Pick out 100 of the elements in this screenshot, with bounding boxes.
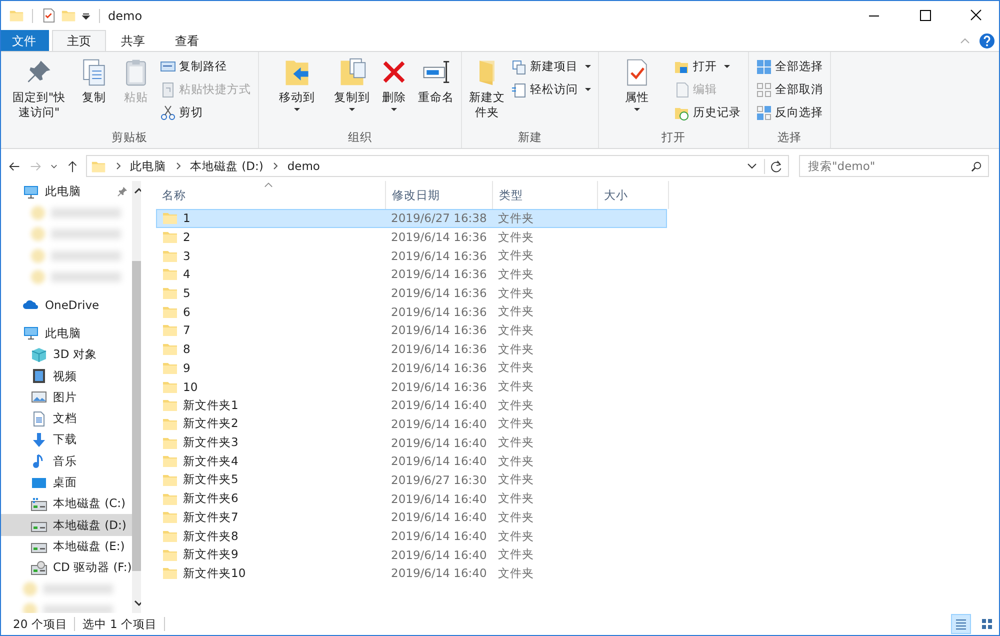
date-cell-text: 2019/6/14 16:36 — [390, 304, 488, 320]
chevron-icon[interactable] — [114, 161, 122, 171]
document-icon — [511, 82, 527, 98]
select-all-icon — [756, 58, 772, 74]
breadcrumb[interactable]: 此电脑 — [130, 158, 166, 174]
ribbon-button[interactable]: 复制路径 — [157, 57, 254, 76]
group-label: 打开 — [660, 130, 686, 146]
file-row[interactable]: 新文件夹4 2019/6/14 16:40 文件夹 — [156, 452, 667, 471]
ribbon-button[interactable]: 新建文件夹 — [466, 55, 508, 122]
file-row[interactable]: 新文件夹7 2019/6/14 16:40 文件夹 — [156, 508, 667, 527]
nav-item[interactable]: 桌面 — [1, 472, 132, 494]
address-bar[interactable]: 此电脑 本地磁盘 (D:) demo — [86, 155, 789, 177]
ribbon-button[interactable]: 历史记录 — [671, 103, 744, 122]
nav-item[interactable]: 本地磁盘 (E:) — [1, 536, 132, 558]
folder-icon — [162, 266, 178, 282]
ribbon-button[interactable]: 移动到 — [263, 55, 331, 113]
group-label: 选择 — [776, 130, 802, 146]
computer-icon — [23, 184, 39, 200]
nav-item[interactable]: 此电脑 — [1, 322, 132, 344]
file-row[interactable]: 1 2019/6/27 16:38 文件夹 — [156, 209, 667, 228]
file-name: 6 — [183, 304, 190, 319]
file-row[interactable]: 3 2019/6/14 16:36 文件夹 — [156, 246, 667, 266]
date-cell-text: 2019/6/27 16:30 — [390, 472, 488, 488]
search-field[interactable]: 搜索"demo" — [799, 155, 989, 177]
file-row[interactable]: 4 2019/6/14 16:36 文件夹 — [156, 265, 667, 284]
date-cell-text: 2019/6/14 16:40 — [390, 416, 488, 432]
chevron-icon[interactable] — [174, 161, 182, 171]
ribbon-button[interactable]: 属性 — [603, 55, 671, 113]
help-icon[interactable] — [979, 32, 995, 48]
file-name: 新文件夹10 — [183, 566, 246, 581]
date-cell-text: 2019/6/14 16:40 — [390, 509, 488, 526]
nav-item[interactable]: 3D 对象 — [1, 344, 132, 366]
ribbon-button[interactable]: 重命名 — [415, 55, 457, 107]
pin-icon[interactable] — [116, 186, 128, 197]
file-row[interactable]: 新文件夹1 2019/6/14 16:40 文件夹 — [156, 396, 667, 415]
ribbon-button[interactable]: 复制 — [73, 55, 115, 107]
breadcrumb[interactable]: 本地磁盘 (D:) — [190, 158, 264, 174]
type-cell-text: 文件夹 — [497, 565, 535, 582]
type-cell-text: 文件夹 — [497, 266, 535, 283]
file-row[interactable]: 6 2019/6/14 16:36 文件夹 — [156, 302, 667, 322]
ribbon-button[interactable]: 删除 — [373, 55, 415, 113]
customize-dropdown-icon[interactable] — [81, 10, 91, 20]
file-row[interactable]: 8 2019/6/14 16:36 文件夹 — [156, 340, 667, 358]
nav-item[interactable]: 本地磁盘 (D:) — [1, 514, 132, 536]
date-cell-text: 2019/6/14 16:40 — [390, 434, 488, 451]
nav-item[interactable]: 图片 — [1, 386, 132, 408]
file-name: 新文件夹2 — [183, 416, 238, 432]
file-name: 新文件夹1 — [183, 398, 238, 413]
properties-icon[interactable] — [41, 8, 56, 23]
file-row[interactable]: 新文件夹10 2019/6/14 16:40 文件夹 — [156, 564, 667, 583]
file-row[interactable]: 新文件夹8 2019/6/14 16:40 文件夹 — [156, 526, 667, 546]
date-cell-text: 2019/6/14 16:36 — [390, 341, 488, 358]
ribbon-tab[interactable]: 查看 — [160, 30, 214, 51]
group-label: 剪贴板 — [110, 130, 148, 146]
ribbon-button[interactable]: 复制到 — [331, 55, 373, 113]
ribbon-tab[interactable]: 主页 — [52, 30, 106, 51]
nav-item[interactable]: 文档 — [1, 408, 132, 430]
chevron-icon[interactable] — [271, 161, 280, 171]
ribbon-button[interactable]: 全部选择 — [753, 57, 826, 76]
grid-icon — [980, 617, 994, 631]
date-cell-text: 2019/6/14 16:36 — [390, 266, 488, 283]
file-row[interactable]: 7 2019/6/14 16:36 文件夹 — [156, 321, 667, 340]
nav-item[interactable]: OneDrive — [1, 294, 132, 316]
type-cell-text: 文件夹 — [497, 284, 535, 302]
ribbon-button[interactable]: 剪切 — [157, 103, 254, 122]
file-row[interactable]: 10 2019/6/14 16:36 文件夹 — [156, 377, 667, 396]
ribbon-button[interactable]: 固定到"快速访问" — [5, 55, 73, 122]
ribbon-button[interactable]: 反向选择 — [753, 103, 826, 122]
file-row[interactable]: 9 2019/6/14 16:36 文件夹 — [156, 358, 667, 378]
ribbon-tab[interactable]: 共享 — [106, 30, 160, 51]
document-icon — [31, 410, 47, 427]
type-cell-text: 文件夹 — [497, 452, 535, 470]
file-row[interactable]: 2 2019/6/14 16:36 文件夹 — [156, 228, 667, 246]
ribbon-button[interactable]: 打开 — [671, 57, 744, 76]
nav-item[interactable]: 本地磁盘 (C:) — [1, 493, 132, 514]
ribbon-button[interactable]: 全部取消 — [753, 80, 826, 99]
file-row[interactable]: 新文件夹6 2019/6/14 16:40 文件夹 — [156, 489, 667, 508]
scissors-icon — [160, 104, 176, 120]
nav-item[interactable]: CD 驱动器 (F:) — [1, 557, 132, 578]
folder-icon — [162, 453, 178, 470]
list-icon — [954, 617, 968, 631]
ribbon-tab[interactable]: 文件 — [1, 30, 49, 51]
file-row[interactable]: 新文件夹9 2019/6/14 16:40 文件夹 — [156, 545, 667, 564]
ribbon-button[interactable]: 轻松访问 — [508, 80, 594, 99]
date-cell-text: 2019/6/14 16:40 — [390, 397, 488, 414]
nav-item[interactable]: 音乐 — [1, 450, 132, 472]
file-name: 4 — [183, 267, 190, 282]
nav-item[interactable]: 视频 — [1, 365, 132, 387]
file-row[interactable]: 新文件夹5 2019/6/27 16:30 文件夹 — [156, 470, 667, 490]
nav-item[interactable]: 此电脑 — [1, 181, 132, 202]
download-icon — [31, 432, 47, 448]
breadcrumb[interactable]: demo — [287, 159, 320, 173]
nav-item[interactable]: 下载 — [1, 429, 132, 451]
type-cell-text: 文件夹 — [497, 490, 535, 507]
file-row[interactable]: 新文件夹3 2019/6/14 16:40 文件夹 — [156, 433, 667, 452]
ribbon-button[interactable]: 新建项目 — [508, 57, 594, 76]
file-row[interactable]: 5 2019/6/14 16:36 文件夹 — [156, 284, 667, 302]
item-count: 20 个项目 — [13, 616, 68, 632]
file-row[interactable]: 新文件夹2 2019/6/14 16:40 文件夹 — [156, 414, 667, 434]
details-view-button[interactable] — [951, 614, 971, 634]
